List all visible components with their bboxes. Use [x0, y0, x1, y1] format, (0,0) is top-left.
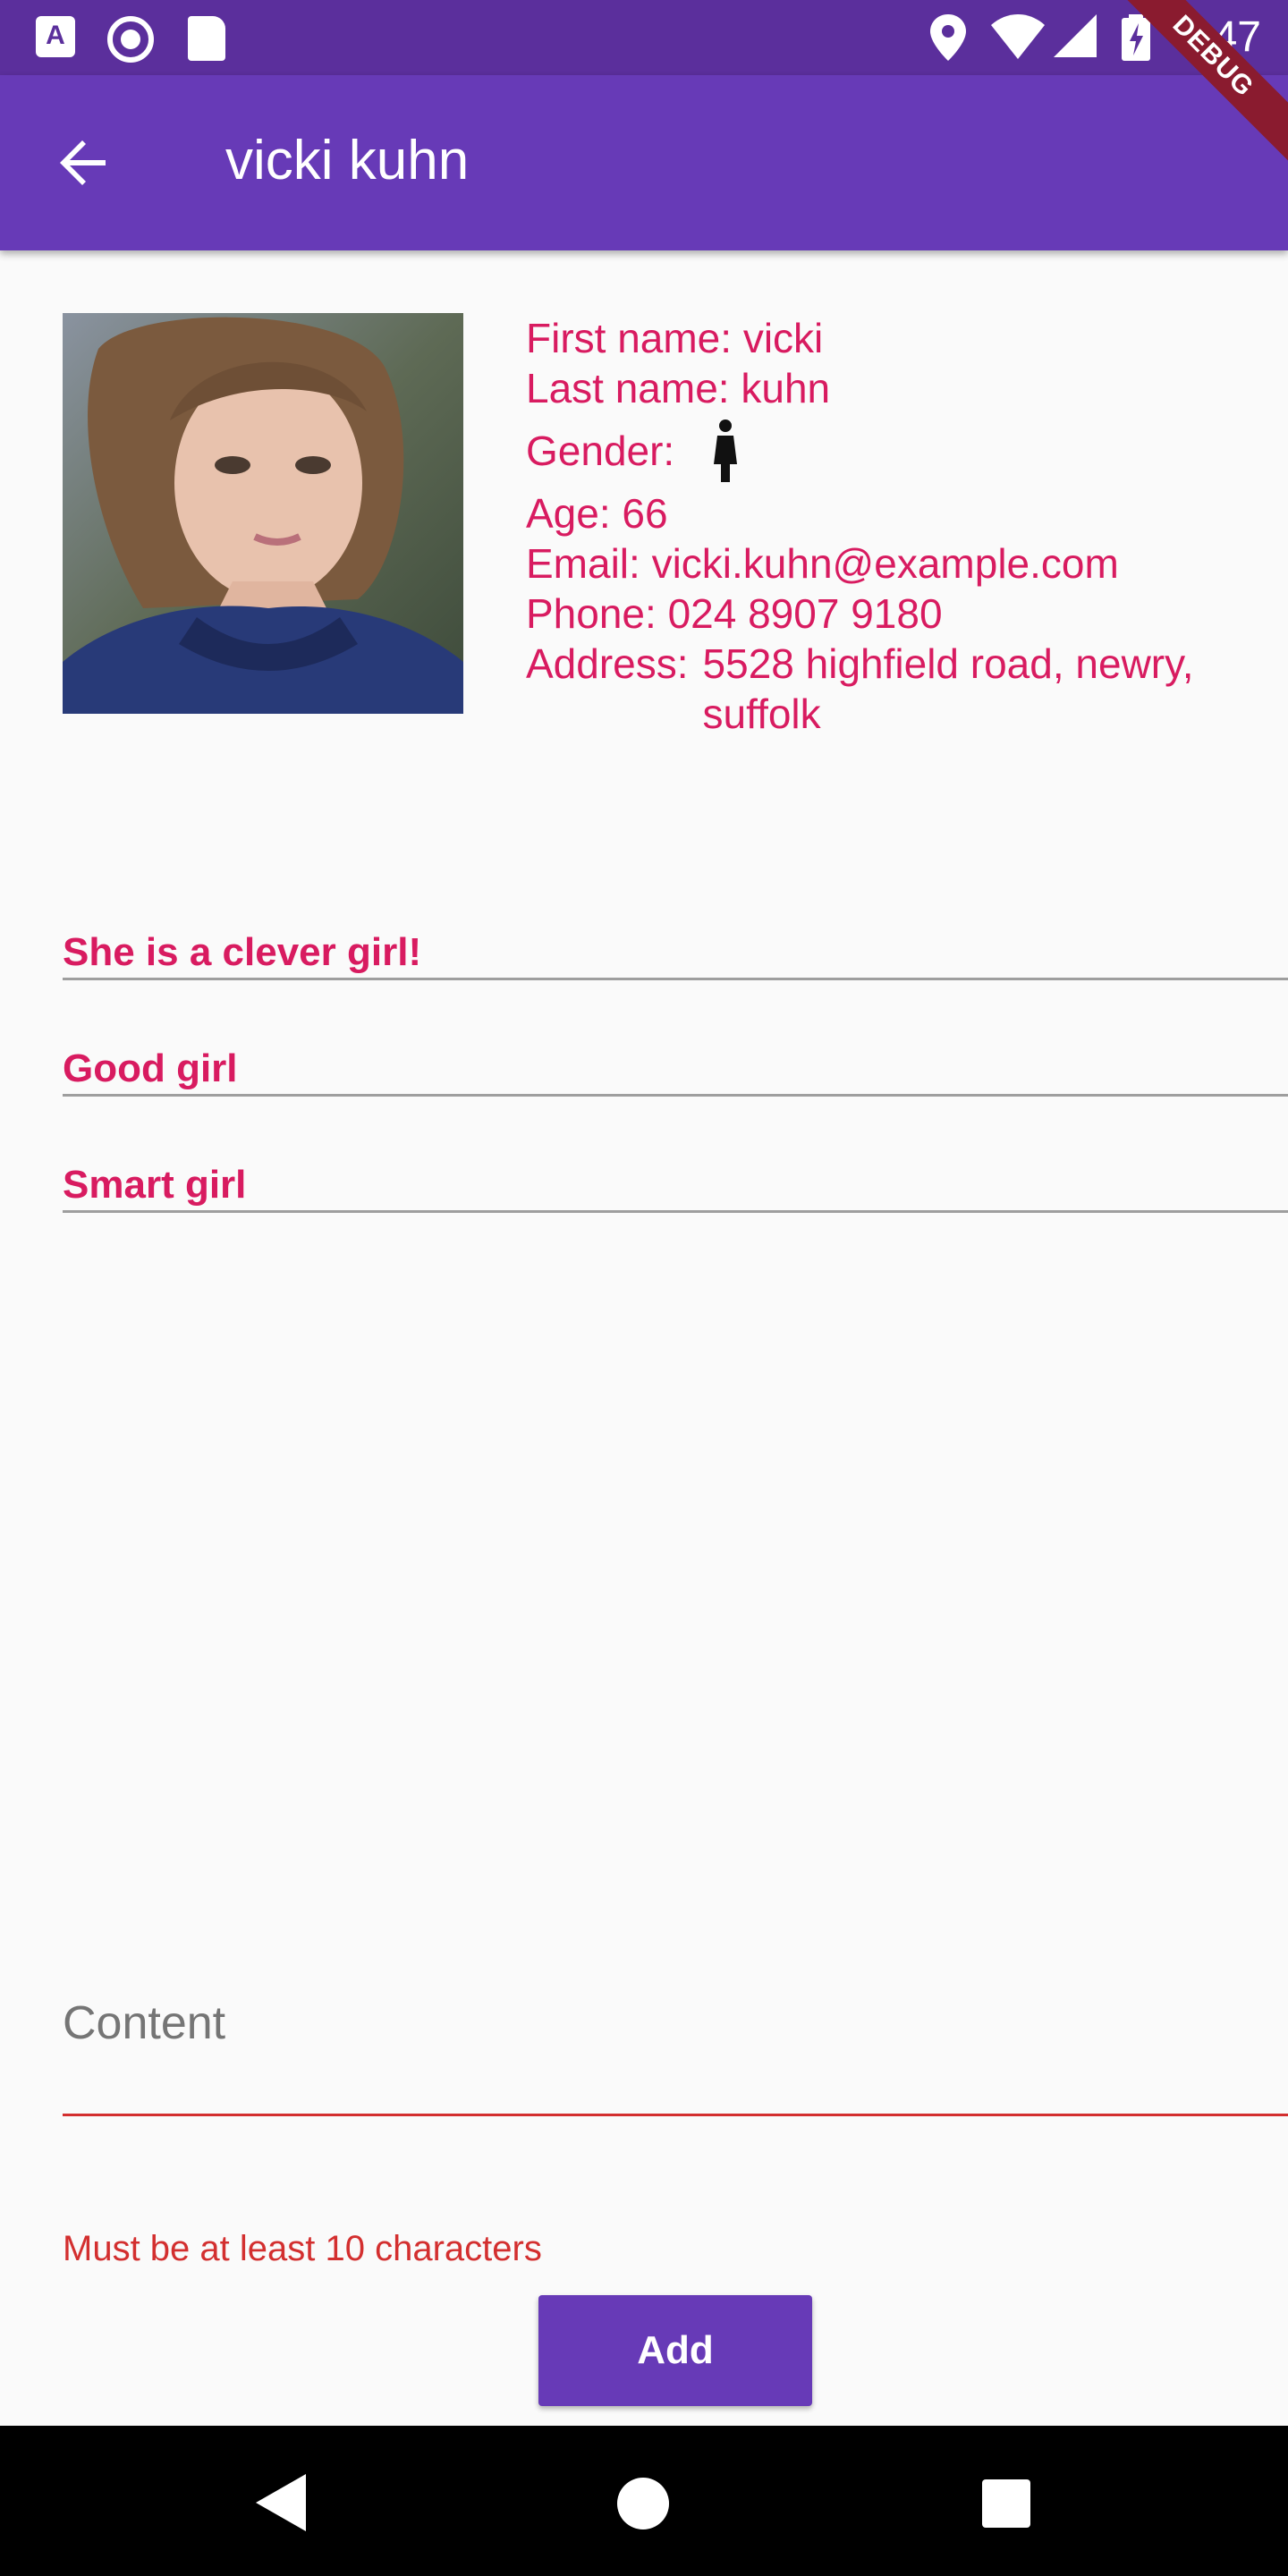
screen: A 3:47 DEBUG vicki kuhn: [0, 0, 1288, 2576]
add-button[interactable]: Add: [538, 2295, 812, 2406]
female-icon: [714, 419, 738, 482]
phone: Phone: 024 8907 9180: [526, 590, 943, 637]
battery-charging-icon: [1122, 14, 1150, 61]
note-item[interactable]: She is a clever girl!: [63, 930, 1288, 980]
address-value: 5528 highfield road, newry, suffolk: [702, 640, 1194, 737]
wifi-icon: [991, 14, 1045, 59]
nav-recents-button[interactable]: [982, 2479, 1030, 2528]
profile-photo: [63, 313, 463, 714]
nav-home-button[interactable]: [617, 2478, 669, 2529]
address-label: Address:: [526, 640, 689, 687]
sd-card-icon: [188, 16, 225, 61]
back-button[interactable]: [48, 127, 120, 199]
email: Email: vicki.kuhn@example.com: [526, 540, 1119, 587]
note-item[interactable]: Smart girl: [63, 1163, 1288, 1213]
content-input[interactable]: [63, 2057, 1288, 2116]
error-message: Must be at least 10 characters: [63, 2229, 542, 2268]
gender-label: Gender:: [526, 428, 675, 474]
signal-icon: [1054, 14, 1097, 57]
status-bar: A 3:47: [0, 0, 1288, 75]
arrow-back-icon: [60, 140, 106, 185]
navigation-bar: [0, 2426, 1288, 2576]
text-icon: A: [36, 16, 75, 57]
address-row: Address: 5528 highfield road, newry, suf…: [526, 639, 1240, 739]
location-icon: [930, 14, 966, 61]
age: Age: 66: [526, 490, 668, 537]
page-title: vicki kuhn: [225, 130, 470, 191]
triangle-back-icon: [256, 2474, 306, 2531]
app-bar: vicki kuhn: [0, 75, 1288, 250]
first-name: First name: vicki: [526, 315, 824, 361]
profile-info: First name: vicki Last name: kuhn Gender…: [526, 313, 1240, 739]
last-name: Last name: kuhn: [526, 365, 831, 411]
record-icon: [107, 16, 154, 63]
gender-row: Gender:: [526, 413, 1240, 488]
nav-back-button[interactable]: [256, 2474, 306, 2531]
note-item[interactable]: Good girl: [63, 1046, 1288, 1097]
content-label: Content: [63, 1997, 226, 2049]
